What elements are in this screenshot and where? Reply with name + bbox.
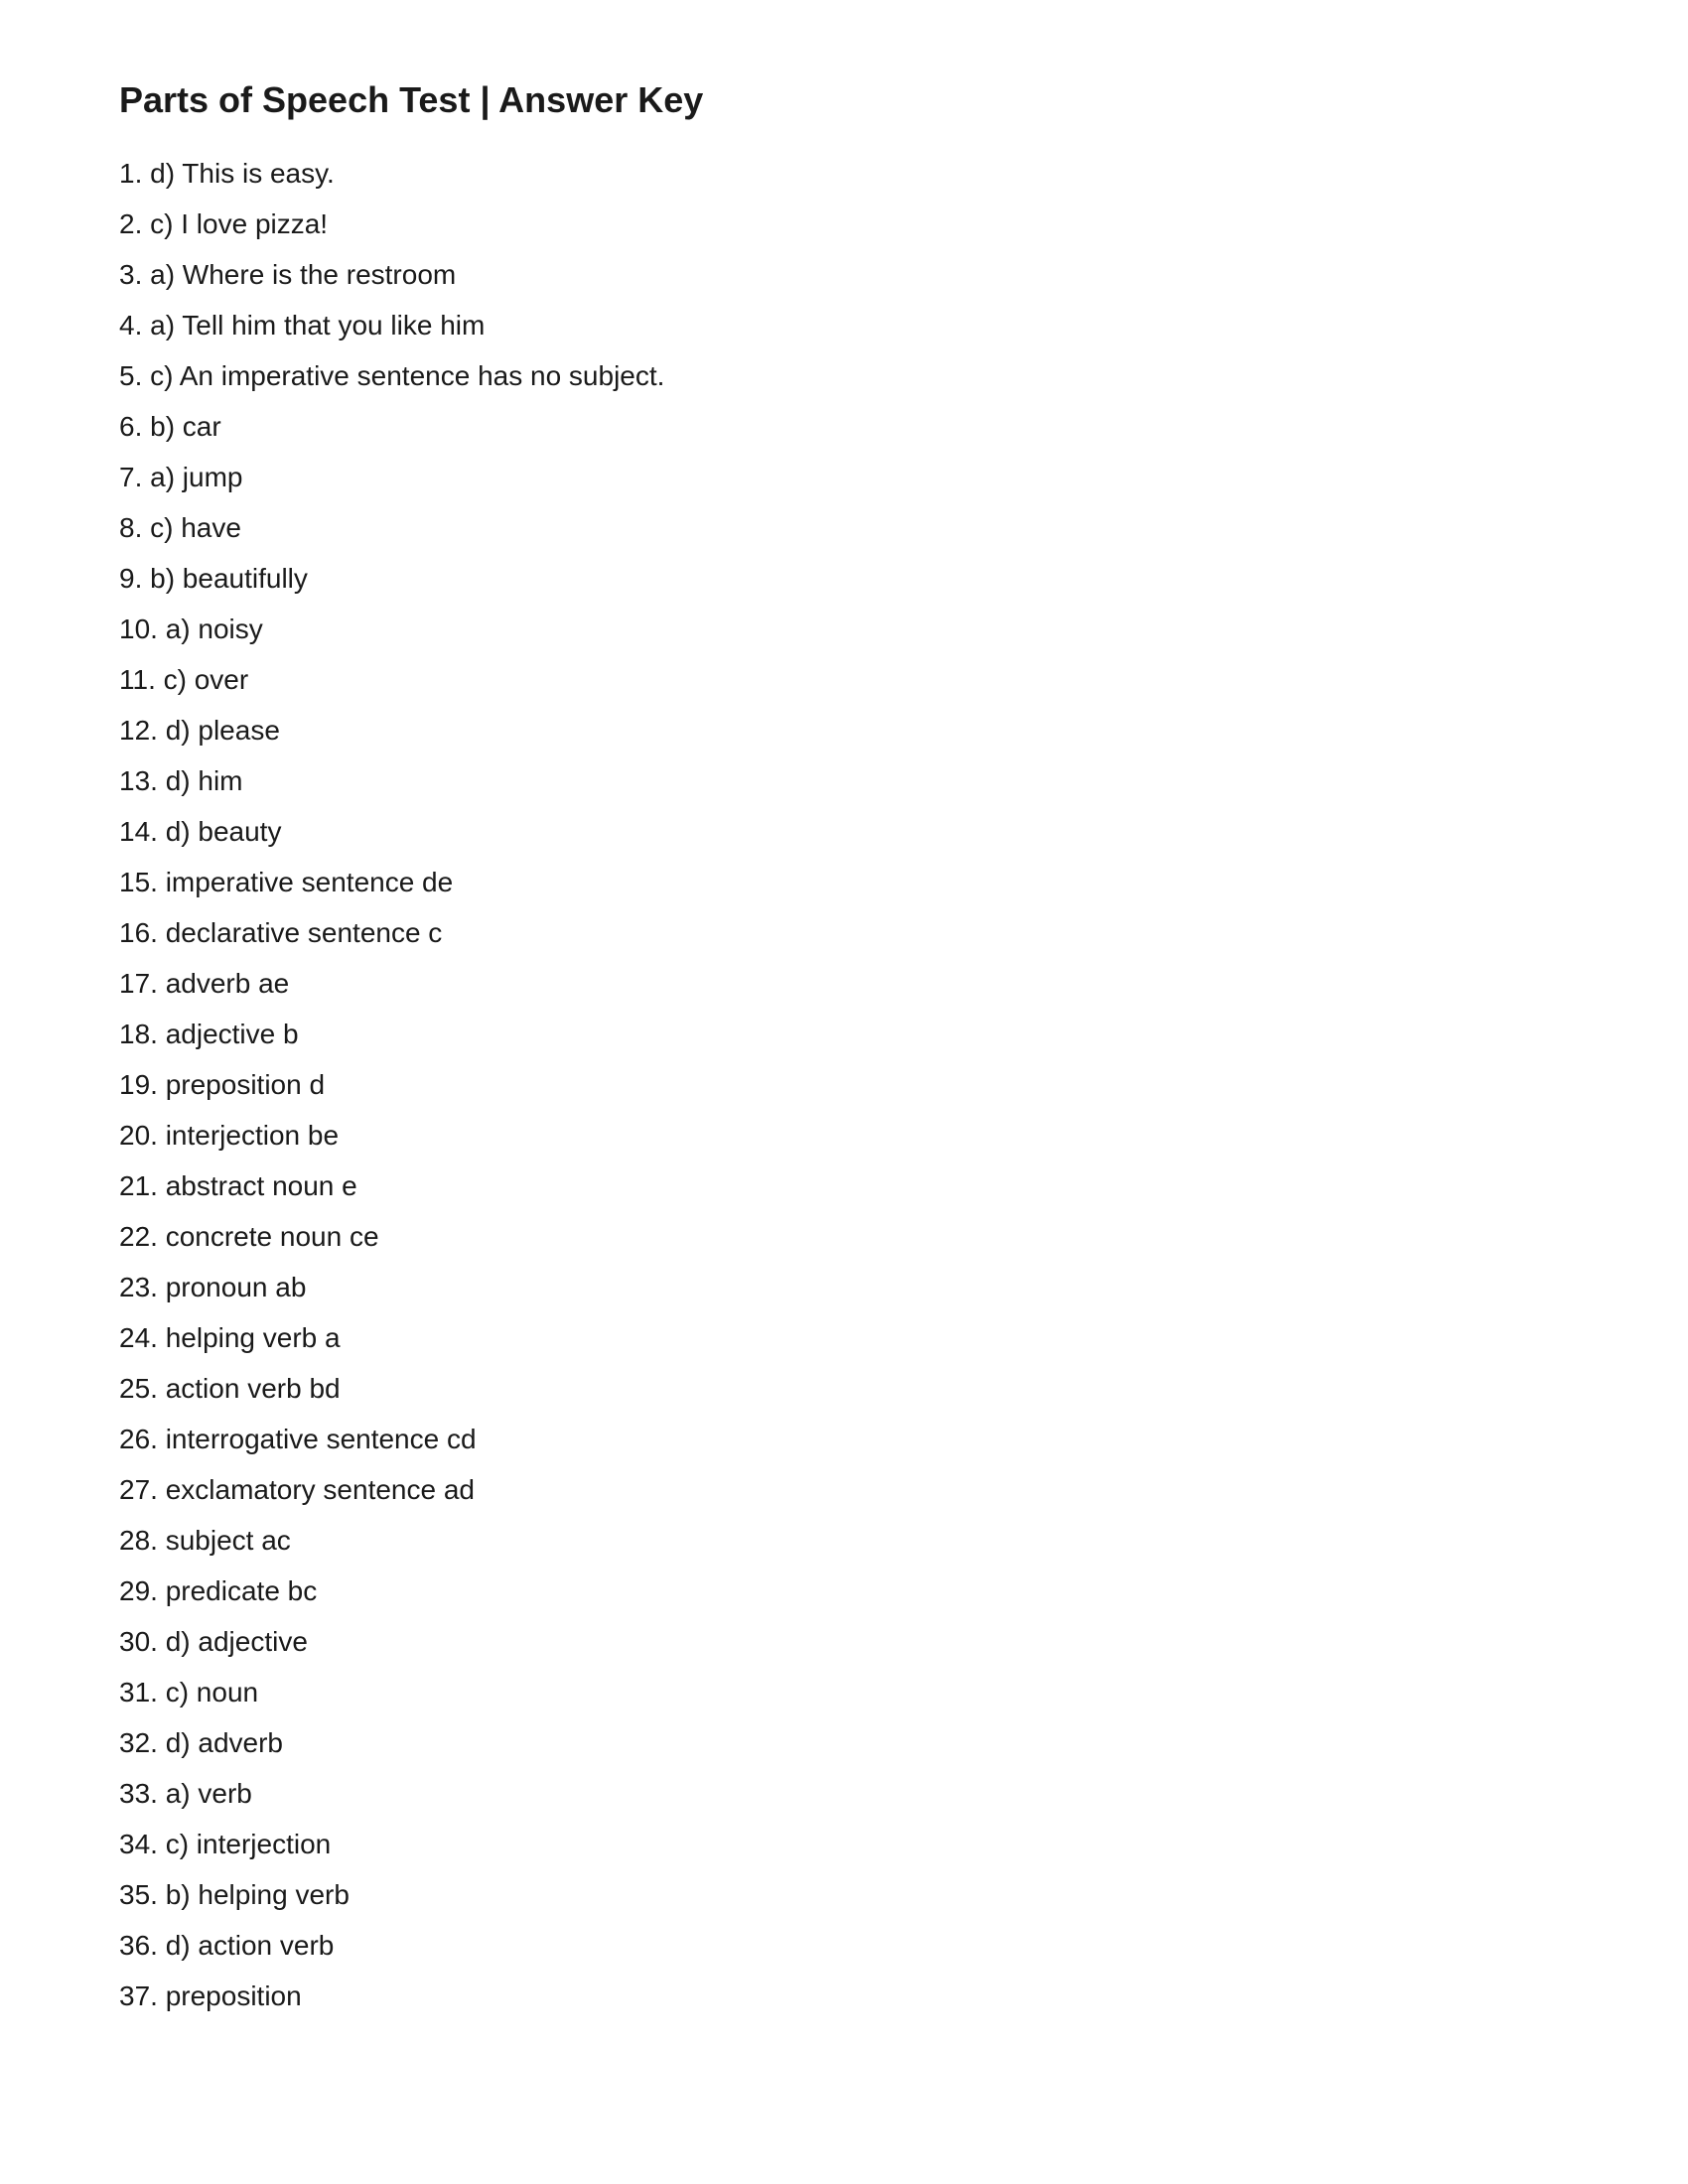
list-item: 21. abstract noun e [119,1161,1569,1210]
list-item: 2. c) I love pizza! [119,200,1569,248]
list-item: 33. a) verb [119,1769,1569,1818]
list-item: 23. pronoun ab [119,1263,1569,1311]
list-item: 30. d) adjective [119,1617,1569,1666]
list-item: 37. preposition [119,1972,1569,2020]
list-item: 14. d) beauty [119,807,1569,856]
list-item: 18. adjective b [119,1010,1569,1058]
list-item: 10. a) noisy [119,605,1569,653]
list-item: 7. a) jump [119,453,1569,501]
list-item: 29. predicate bc [119,1567,1569,1615]
list-item: 20. interjection be [119,1111,1569,1160]
list-item: 27. exclamatory sentence ad [119,1465,1569,1514]
list-item: 15. imperative sentence de [119,858,1569,906]
list-item: 1. d) This is easy. [119,149,1569,198]
page-title: Parts of Speech Test | Answer Key [119,79,1569,121]
list-item: 34. c) interjection [119,1820,1569,1868]
list-item: 19. preposition d [119,1060,1569,1109]
list-item: 32. d) adverb [119,1718,1569,1767]
list-item: 28. subject ac [119,1516,1569,1565]
list-item: 13. d) him [119,756,1569,805]
list-item: 16. declarative sentence c [119,908,1569,957]
list-item: 31. c) noun [119,1668,1569,1716]
list-item: 11. c) over [119,655,1569,704]
list-item: 5. c) An imperative sentence has no subj… [119,351,1569,400]
list-item: 3. a) Where is the restroom [119,250,1569,299]
list-item: 22. concrete noun ce [119,1212,1569,1261]
list-item: 12. d) please [119,706,1569,754]
list-item: 8. c) have [119,503,1569,552]
list-item: 6. b) car [119,402,1569,451]
answer-list: 1. d) This is easy.2. c) I love pizza!3.… [119,149,1569,2020]
list-item: 4. a) Tell him that you like him [119,301,1569,349]
list-item: 24. helping verb a [119,1313,1569,1362]
list-item: 36. d) action verb [119,1921,1569,1970]
list-item: 9. b) beautifully [119,554,1569,603]
list-item: 25. action verb bd [119,1364,1569,1413]
list-item: 26. interrogative sentence cd [119,1415,1569,1463]
list-item: 35. b) helping verb [119,1870,1569,1919]
list-item: 17. adverb ae [119,959,1569,1008]
